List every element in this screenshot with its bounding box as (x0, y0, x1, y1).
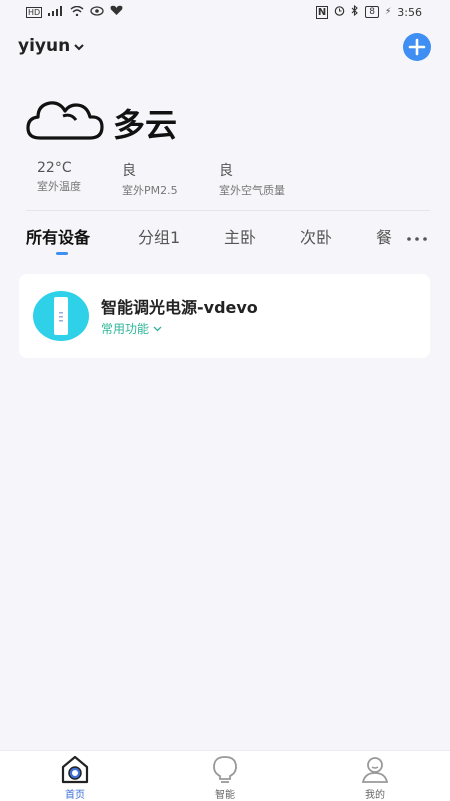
charging-icon: ⚡ (384, 7, 392, 17)
alarm-icon (334, 5, 345, 19)
device-card[interactable]: 智能调光电源-vdevo 常用功能 (19, 274, 430, 358)
status-right-icons: N 8 ⚡ 3:56 (315, 4, 422, 19)
stat-air-quality: 良 室外空气质量 (219, 160, 285, 198)
add-device-button[interactable] (403, 33, 431, 61)
nav-smart[interactable]: 智能 (185, 751, 265, 801)
profile-icon (361, 757, 389, 783)
cloud-icon (26, 96, 104, 146)
weather-condition: 多云 (113, 106, 178, 144)
tab-group-1[interactable]: 分组1 (138, 224, 180, 248)
nav-smart-label: 智能 (215, 790, 235, 801)
home-name-label: yiyun (18, 36, 71, 56)
plus-icon (408, 38, 426, 56)
stat-pm25: 良 室外PM2.5 (122, 160, 178, 198)
nav-profile-label: 我的 (365, 790, 385, 801)
nav-home-label: 首页 (65, 790, 85, 801)
room-tabs: 所有设备 分组1 主卧 次卧 餐 (0, 224, 450, 260)
stat-label: 室外空气质量 (219, 184, 285, 197)
eye-icon (90, 5, 104, 19)
status-left-icons: HD (26, 5, 123, 19)
stat-value: 良 (219, 163, 233, 179)
stat-value: 良 (122, 163, 136, 179)
battery-indicator: 8 (365, 6, 379, 18)
nfc-icon: N (315, 5, 329, 19)
home-icon (61, 755, 89, 784)
status-bar: HD N 8 ⚡ 3:56 (0, 0, 450, 24)
chevron-down-icon (153, 326, 162, 331)
home-selector[interactable]: yiyun (18, 36, 84, 56)
signal-icon (48, 5, 64, 19)
dimmer-switch-icon (33, 291, 89, 341)
stat-label: 室外PM2.5 (122, 184, 178, 197)
bulb-icon (213, 756, 237, 783)
common-functions-button[interactable]: 常用功能 (101, 320, 162, 337)
nav-home[interactable]: 首页 (35, 751, 115, 801)
divider (26, 210, 430, 211)
more-tabs-button[interactable] (406, 226, 428, 247)
more-dots-icon (407, 237, 427, 241)
tab-active-indicator (56, 252, 68, 255)
tab-master-bedroom[interactable]: 主卧 (224, 224, 256, 248)
bottom-navigation: 首页 智能 我的 (0, 750, 450, 801)
common-functions-label: 常用功能 (101, 322, 150, 336)
stat-value: 22°C (37, 160, 72, 176)
hd-icon: HD (26, 6, 43, 18)
tab-all-devices[interactable]: 所有设备 (26, 224, 90, 248)
nav-profile[interactable]: 我的 (335, 751, 415, 801)
bluetooth-icon (351, 4, 359, 19)
tab-second-bedroom[interactable]: 次卧 (300, 224, 332, 248)
device-name: 智能调光电源-vdevo (101, 298, 258, 317)
chevron-down-icon (74, 36, 84, 56)
stat-temperature: 22°C 室外温度 (37, 160, 81, 194)
tab-dining[interactable]: 餐 (376, 224, 392, 248)
heart-icon (110, 5, 123, 19)
stat-label: 室外温度 (37, 180, 81, 193)
status-time: 3:56 (397, 5, 422, 19)
wifi-icon (70, 5, 84, 19)
